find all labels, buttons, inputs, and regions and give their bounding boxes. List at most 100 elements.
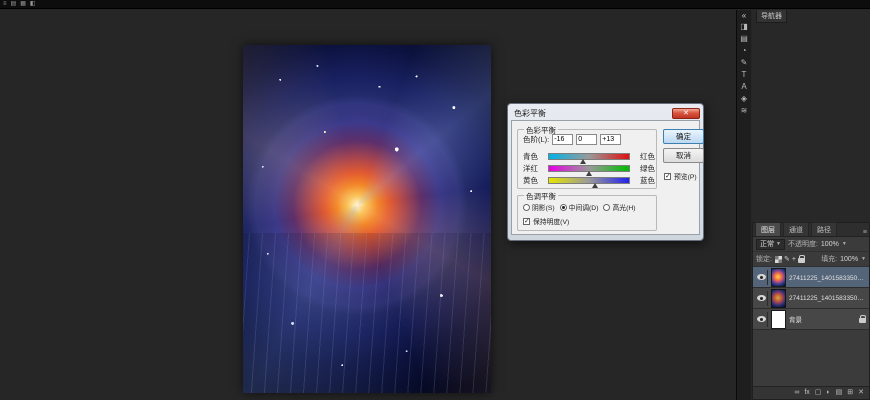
layer-style-icon[interactable]: fx [804,388,809,398]
paragraph-panel-icon[interactable]: A [738,81,751,93]
tab-navigator[interactable]: 导航器 [756,10,787,23]
lock-label: 锁定: [756,254,772,264]
delete-layer-icon[interactable]: ✕ [858,388,864,398]
swatches-panel-icon[interactable]: ▤ [738,33,751,45]
layers-panel-tabs: 图层 通道 路径 ≡ [753,223,869,237]
document-image[interactable] [243,45,491,393]
radio-icon [523,204,530,211]
blue-label: 蓝色 [633,175,655,186]
red-label: 红色 [633,151,655,162]
eye-icon [757,295,766,301]
preview-label: 预览(P) [674,171,697,181]
dialog-body: 色彩平衡 色阶(L): 青色 红色 洋红 绿色 [511,120,700,235]
background-lock-icon [859,318,866,323]
lock-paint-icon[interactable]: ✎ [784,256,790,263]
color-balance-dialog: 色彩平衡 ✕ 色彩平衡 色阶(L): 青色 红色 洋红 [507,103,704,241]
lock-move-icon[interactable]: + [792,256,796,263]
lock-all-icon[interactable] [798,258,805,263]
adjustment-layer-icon[interactable]: ◐ [826,388,830,398]
shadows-radio[interactable]: 阴影(S) [523,202,555,212]
ok-button[interactable]: 确定 [663,129,704,144]
opacity-label: 不透明度: [788,239,818,249]
levels-label: 色阶(L): [523,134,549,145]
magenta-label: 洋红 [523,163,545,174]
layout-view-icon[interactable]: ▦ [20,1,26,7]
visibility-toggle[interactable] [755,270,768,285]
magenta-green-slider[interactable] [548,165,630,172]
midtones-label: 中间调(D) [569,202,599,212]
highlights-label: 高光(H) [612,202,635,212]
checkbox-icon [664,173,671,180]
collapsed-panel-strip: « ◨ ▤ ◔ ✎ T A ◈ ≋ [736,10,751,400]
preview-checkbox[interactable]: 预览(P) [664,171,697,181]
link-layers-icon[interactable]: ∞ [794,388,799,398]
close-icon[interactable]: ✕ [672,108,700,119]
info-panel-icon[interactable]: ◈ [738,93,751,105]
cancel-button[interactable]: 取消 [663,148,704,163]
checkbox-icon [523,218,530,225]
preserve-luminosity-checkbox[interactable]: 保持明度(V) [523,216,569,226]
chevron-down-icon: ▼ [776,241,781,247]
level-input-2[interactable] [576,134,597,145]
layer-row-background[interactable]: 背景 [753,309,869,330]
tab-channels[interactable]: 通道 [783,222,809,236]
opacity-value[interactable]: 100% [821,241,839,248]
lock-transparent-icon[interactable] [775,256,782,263]
grid-view-icon[interactable]: ▤ [11,1,17,7]
cyan-label: 青色 [523,151,545,162]
radio-icon [560,204,567,211]
blend-mode-select[interactable]: 正常 ▼ [756,239,785,250]
highlights-radio[interactable]: 高光(H) [603,202,635,212]
yellow-label: 黄色 [523,175,545,186]
layer-row-2[interactable]: 27411225_1401583350000_2 [753,288,869,309]
layers-panel: 图层 通道 路径 ≡ 正常 ▼ 不透明度: 100% ▼ 锁定: ✎ + [752,222,870,400]
new-layer-icon[interactable]: ⊞ [847,388,853,398]
yellow-blue-slider-row: 黄色 蓝色 [523,175,655,186]
layer-row-1[interactable]: 27411225_1401583350000_2 拷贝 [753,267,869,288]
add-mask-icon[interactable]: ▢ [815,388,822,398]
color-panel-icon[interactable]: ◨ [738,21,751,33]
light-streaks [243,233,491,393]
layer-name[interactable]: 背景 [789,314,856,324]
lock-row: 锁定: ✎ + 填充: 100% ▼ [753,252,869,267]
dialog-title: 色彩平衡 [511,108,546,119]
radio-icon [603,204,610,211]
tab-paths[interactable]: 路径 [811,222,837,236]
new-group-icon[interactable]: ▤ [836,388,843,398]
level-input-3[interactable] [600,134,621,145]
shadows-label: 阴影(S) [532,202,555,212]
tab-layers[interactable]: 图层 [755,222,781,236]
collapse-panels-icon[interactable]: « [742,11,746,21]
chevron-down-icon[interactable]: ▼ [842,241,847,247]
tone-options: 阴影(S) 中间调(D) 高光(H) [523,202,636,212]
blend-mode-value: 正常 [760,239,774,249]
fill-value[interactable]: 100% [840,256,858,263]
color-balance-group: 色彩平衡 色阶(L): 青色 红色 洋红 绿色 [517,129,657,189]
yellow-blue-slider[interactable] [548,177,630,184]
menu-icon[interactable]: ≡ [3,1,7,7]
styles-panel-icon[interactable]: ◔ [738,45,751,57]
preserve-luminosity-label: 保持明度(V) [533,216,569,226]
layer-thumbnail[interactable] [771,289,786,308]
chevron-down-icon[interactable]: ▼ [861,256,866,262]
panel-menu-icon[interactable]: ≡ [863,229,867,236]
layer-thumbnail[interactable] [771,268,786,287]
cyan-red-slider[interactable] [548,153,630,160]
layer-name[interactable]: 27411225_1401583350000_2 [789,295,867,302]
blend-mode-row: 正常 ▼ 不透明度: 100% ▼ [753,237,869,252]
level-input-1[interactable] [552,134,573,145]
midtones-radio[interactable]: 中间调(D) [560,202,599,212]
layer-name[interactable]: 27411225_1401583350000_2 拷贝 [789,272,867,282]
layers-panel-footer: ∞ fx ▢ ◐ ▤ ⊞ ✕ [753,386,869,399]
fill-label: 填充: [821,254,837,264]
visibility-toggle[interactable] [755,291,768,306]
visibility-toggle[interactable] [755,312,768,327]
split-view-icon[interactable]: ◧ [30,1,36,7]
character-panel-icon[interactable]: T [738,69,751,81]
dialog-titlebar[interactable]: 色彩平衡 ✕ [511,106,700,120]
history-panel-icon[interactable]: ✎ [738,57,751,69]
layer-thumbnail[interactable] [771,310,786,329]
slider-thumb[interactable] [592,183,598,188]
actions-panel-icon[interactable]: ≋ [738,105,751,117]
eye-icon [757,274,766,280]
